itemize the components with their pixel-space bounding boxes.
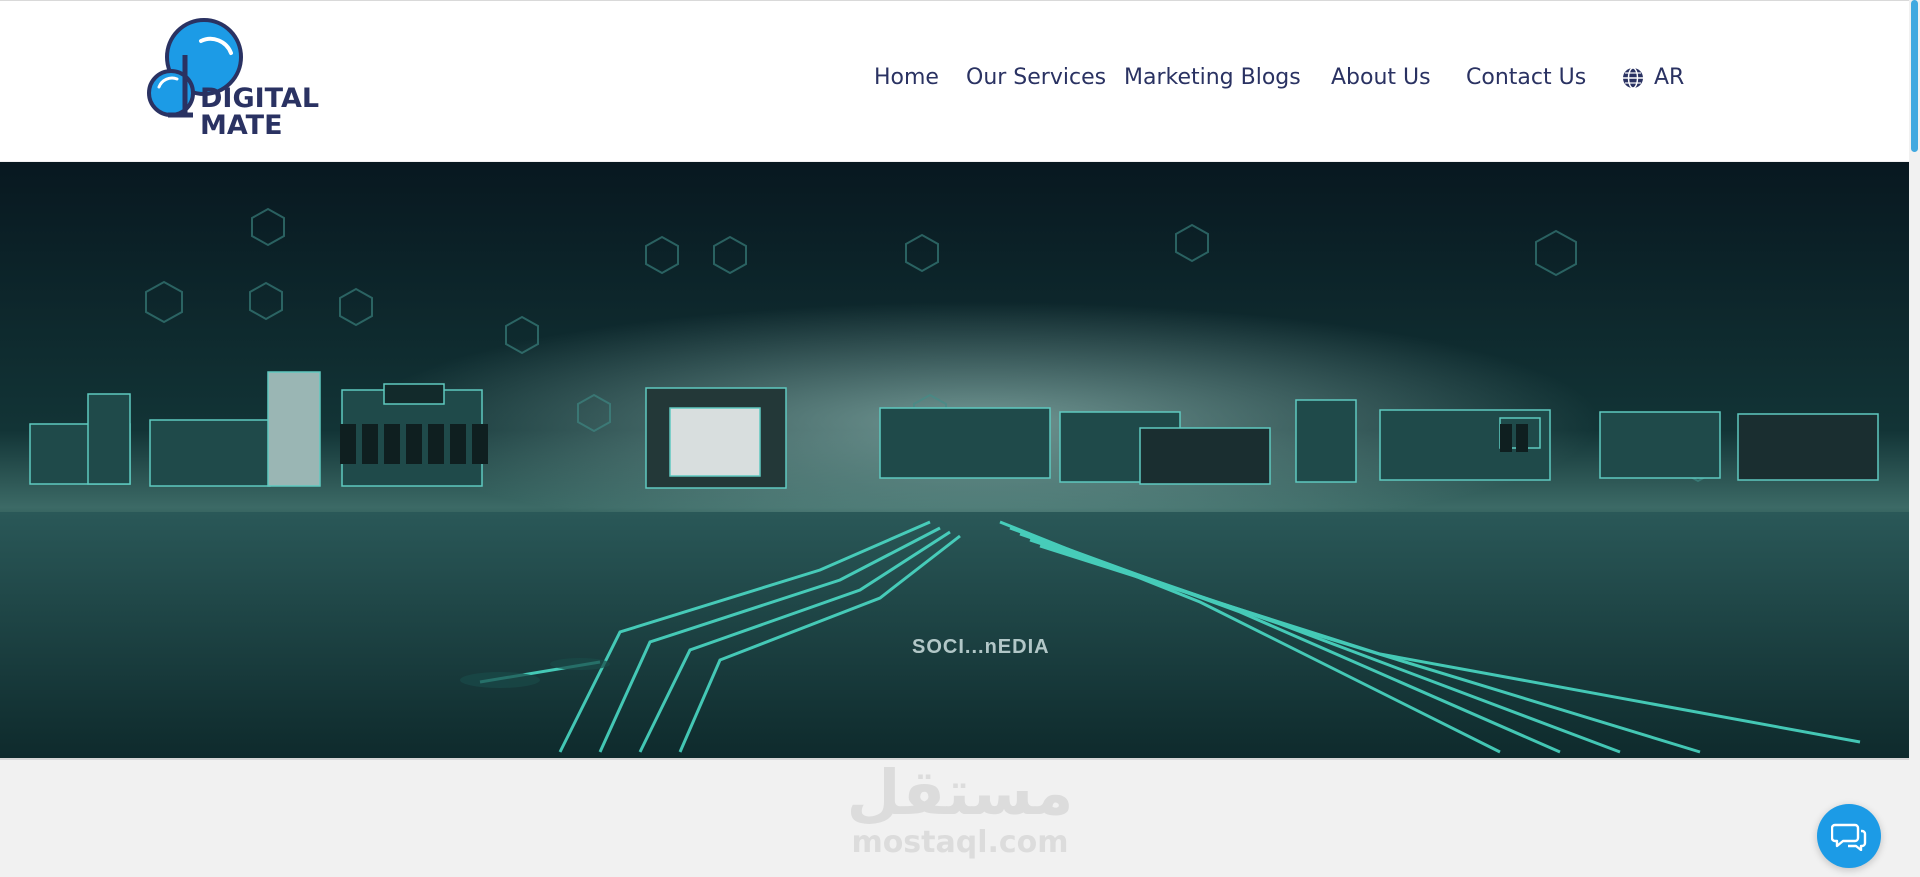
main-navigation: Home Our Services Marketing Blogs About … <box>0 65 1909 101</box>
nav-about-us[interactable]: About Us <box>1331 65 1431 90</box>
watermark-arabic: مستقل <box>846 756 1074 829</box>
globe-icon <box>1623 66 1643 89</box>
page-scrollbar[interactable] <box>1909 0 1920 877</box>
scrollbar-thumb[interactable] <box>1911 0 1918 152</box>
hero-cityscape-image <box>0 162 1909 758</box>
language-label: AR <box>1654 65 1685 90</box>
chat-button[interactable] <box>1817 804 1881 868</box>
hero-banner: SOCI...nEDIA <box>0 162 1909 758</box>
nav-our-services[interactable]: Our Services <box>966 65 1106 90</box>
chat-bubbles-icon <box>1831 823 1867 851</box>
nav-marketing-blogs[interactable]: Marketing Blogs <box>1124 65 1301 90</box>
watermark-latin: mostaql.com <box>851 825 1069 860</box>
nav-contact-us[interactable]: Contact Us <box>1466 65 1586 90</box>
nav-home[interactable]: Home <box>874 65 939 90</box>
language-switcher[interactable]: AR <box>1622 65 1684 90</box>
svg-text:MATE: MATE <box>200 110 283 137</box>
hero-caption: SOCI...nEDIA <box>912 636 1050 658</box>
watermark: مستقل mostaql.com <box>845 760 1075 870</box>
site-header: DIGITAL MATE Home Our Services Marketing… <box>0 1 1909 161</box>
